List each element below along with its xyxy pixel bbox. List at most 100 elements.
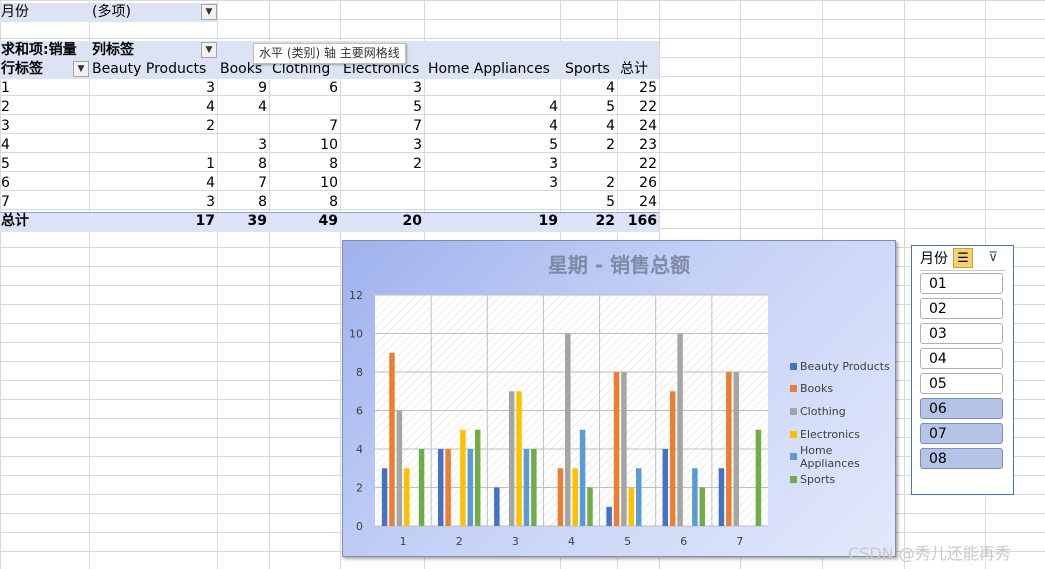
slicer-item[interactable]: 03 xyxy=(920,323,1003,344)
row-label: 7 xyxy=(1,194,10,210)
bar xyxy=(699,487,706,526)
slicer-item[interactable]: 01 xyxy=(920,273,1003,294)
pivot-cell: 3 xyxy=(413,137,422,153)
slicer-item[interactable]: 02 xyxy=(920,298,1003,319)
col-line xyxy=(340,0,341,569)
pivot-cell: 3 xyxy=(258,137,267,153)
pivot-cell: 25 xyxy=(639,80,657,96)
pivot-cell: 6 xyxy=(329,80,338,96)
bar xyxy=(692,468,698,526)
watermark: CSDN @秀儿还能再秀 xyxy=(848,544,1011,563)
y-tick-label: 12 xyxy=(349,289,363,302)
bar xyxy=(474,429,481,526)
legend-label: Books xyxy=(800,382,834,396)
bar xyxy=(587,487,593,526)
bar xyxy=(418,449,425,526)
bar xyxy=(669,391,676,526)
pivot-cell: 8 xyxy=(258,156,267,172)
legend-item: Beauty Products xyxy=(790,355,895,378)
pivot-cell: 1 xyxy=(206,156,215,172)
pivot-cell: 2 xyxy=(413,156,422,172)
pivot-cell: 22 xyxy=(639,99,657,115)
legend-swatch xyxy=(790,430,797,438)
column-label: Beauty Products xyxy=(92,61,207,77)
pivot-cell: 3 xyxy=(206,80,215,96)
legend-label: Clothing xyxy=(800,404,846,418)
legend-item: Electronics xyxy=(790,423,895,446)
column-header: 列标签 xyxy=(92,42,134,58)
pivot-cell: 3 xyxy=(549,175,558,191)
legend-label: Home Appliances xyxy=(799,443,860,470)
bar xyxy=(508,391,515,526)
y-tick-label: 10 xyxy=(349,328,363,341)
bar xyxy=(579,429,586,526)
col-line xyxy=(269,0,270,569)
y-tick-label: 8 xyxy=(356,366,363,379)
y-tick-label: 2 xyxy=(356,482,363,495)
pivot-cell: 4 xyxy=(549,118,558,134)
x-tick-label: 3 xyxy=(512,535,519,548)
bar xyxy=(437,449,444,526)
slicer-item[interactable]: 07 xyxy=(920,423,1003,444)
bar xyxy=(467,449,474,526)
pivot-cell: 3 xyxy=(549,156,558,172)
bar xyxy=(621,372,627,526)
slicer-item[interactable]: 08 xyxy=(920,448,1003,469)
total-cell: 166 xyxy=(627,213,657,229)
row-label: 1 xyxy=(1,80,10,96)
bar xyxy=(613,372,620,526)
y-tick-label: 4 xyxy=(356,443,363,456)
bar xyxy=(755,429,762,526)
x-tick-label: 2 xyxy=(456,535,463,548)
bar xyxy=(726,372,732,526)
pivot-cell: 4 xyxy=(206,99,215,115)
bar xyxy=(677,333,683,526)
total-cell: 19 xyxy=(538,213,558,229)
bar xyxy=(662,449,669,526)
bar xyxy=(523,449,530,526)
filter-value: (多项) xyxy=(92,4,131,20)
pivot-cell: 10 xyxy=(320,137,338,153)
pivot-cell: 22 xyxy=(639,156,657,172)
column-label: Sports xyxy=(565,61,610,77)
pivot-cell: 4 xyxy=(258,99,267,115)
row-label: 5 xyxy=(1,156,10,172)
bar xyxy=(572,468,578,526)
pivot-cell: 23 xyxy=(639,137,657,153)
bar xyxy=(404,468,410,526)
column-filter-icon[interactable]: ▼ xyxy=(201,42,217,58)
x-tick-label: 6 xyxy=(680,535,687,548)
multi-select-icon[interactable]: ☰ xyxy=(953,248,973,268)
legend-swatch xyxy=(790,362,797,370)
slicer-item[interactable]: 05 xyxy=(920,373,1003,394)
chart-area[interactable]: 星期 - 销售总额 0 2 4 6 8 10 12 1 2 3 4 5 6 7 Beauty Produc… xyxy=(342,240,896,557)
legend-label: Sports xyxy=(800,472,836,486)
bar xyxy=(531,449,537,526)
gridline-tooltip: 水平 (类别) 轴 主要网格线 xyxy=(253,43,406,64)
slicer-divider xyxy=(920,270,1005,271)
bar xyxy=(718,468,725,526)
pivot-cell: 10 xyxy=(320,175,338,191)
row-label: 3 xyxy=(1,118,10,134)
slicer-item[interactable]: 04 xyxy=(920,348,1003,369)
legend-swatch xyxy=(790,475,797,483)
pivot-cell: 8 xyxy=(258,194,267,210)
total-cell: 49 xyxy=(318,213,338,229)
pivot-cell: 8 xyxy=(329,156,338,172)
slicer-item[interactable]: 06 xyxy=(920,398,1003,419)
pivot-cell: 3 xyxy=(206,194,215,210)
pivot-cell: 4 xyxy=(206,175,215,191)
col-line xyxy=(89,0,90,569)
row-filter-icon[interactable]: ▼ xyxy=(73,61,89,77)
legend-item: Home Appliances xyxy=(790,443,895,470)
clear-filter-icon[interactable]: ⊽ xyxy=(983,248,1003,268)
pivot-cell: 2 xyxy=(206,118,215,134)
column-label: Home Appliances xyxy=(428,61,550,77)
legend-label: Beauty Products xyxy=(800,359,890,373)
legend-swatch xyxy=(790,385,797,393)
pivot-cell: 5 xyxy=(413,99,422,115)
chart-legend: Beauty Products Books Clothing Electronics H… xyxy=(790,355,895,491)
bar xyxy=(635,468,642,526)
slicer-title: 月份 xyxy=(920,251,948,267)
filter-dropdown-icon[interactable]: ▼ xyxy=(201,4,217,20)
